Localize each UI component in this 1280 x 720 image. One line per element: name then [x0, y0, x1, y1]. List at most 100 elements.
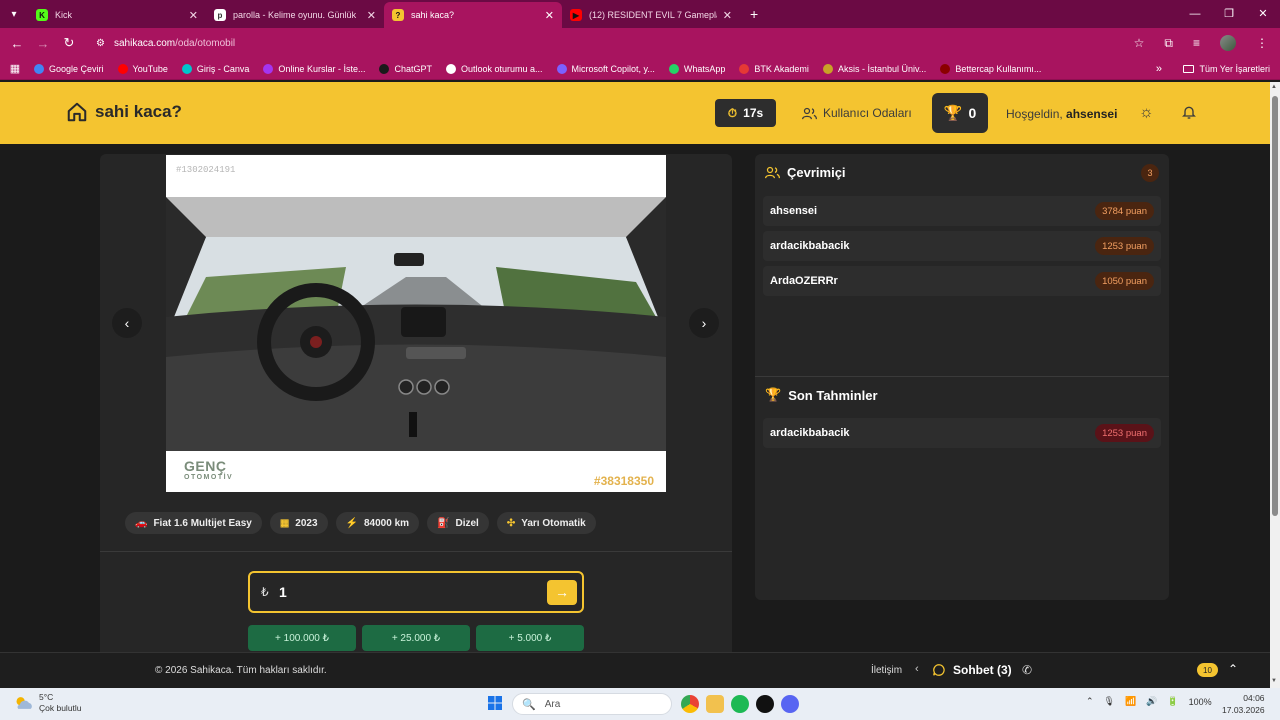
temperature: 5°C — [39, 692, 54, 702]
bookmark-star-icon[interactable]: ☆ — [1134, 36, 1145, 50]
bookmark-item[interactable]: Google Çeviri — [34, 63, 104, 74]
browser-tab[interactable]: ▶ (12) RESIDENT EVIL 7 Gameplay ✕ — [562, 2, 740, 28]
user-rooms-link[interactable]: Kullanıcı Odaları — [802, 106, 912, 120]
dealer-sub: OTOMOTİV — [184, 474, 234, 481]
taskbar-clock[interactable]: 04:06 17.03.2026 — [1222, 692, 1265, 716]
speaker-icon[interactable]: 🔊 — [1146, 696, 1157, 707]
site-logo[interactable]: sahi kaca? — [66, 101, 182, 123]
folder-icon — [1183, 64, 1195, 73]
bookmark-item[interactable]: Online Kurslar - İste... — [263, 63, 365, 74]
spec-tag: 🚗 Fiat 1.6 Multijet Easy — [125, 512, 262, 534]
microphone-icon[interactable]: 🎙 — [1104, 696, 1115, 707]
system-tray: ⌃ 🎙 📶 🔊 🔋 100% — [1086, 696, 1212, 707]
spotify-icon[interactable] — [731, 695, 749, 713]
bookmark-label: Microsoft Copilot, y... — [571, 63, 655, 74]
profile-avatar[interactable] — [1220, 35, 1236, 51]
bookmark-item[interactable]: Outlook oturumu a... — [445, 63, 543, 74]
discord-icon[interactable] — [781, 695, 799, 713]
scroll-up-icon[interactable]: ▲ — [1271, 84, 1277, 90]
close-tab-icon[interactable]: ✕ — [723, 9, 732, 22]
chat-button[interactable]: Sohbet (3) — [932, 663, 1012, 677]
minimize-button[interactable]: — — [1178, 0, 1212, 28]
back-button[interactable]: ← — [4, 36, 30, 51]
close-tab-icon[interactable]: ✕ — [545, 9, 554, 22]
users-icon — [765, 166, 780, 179]
scrollbar-thumb[interactable] — [1272, 96, 1278, 516]
submit-guess-button[interactable]: → — [547, 579, 577, 605]
windows-start-icon[interactable] — [488, 696, 502, 710]
extensions-icon[interactable]: ⧉ — [1164, 36, 1173, 51]
bookmark-item[interactable]: Microsoft Copilot, y... — [556, 63, 655, 74]
media-control-icon[interactable]: ≡ — [1193, 36, 1200, 50]
bookmark-label: Google Çeviri — [49, 63, 104, 74]
battery-icon[interactable]: 🔋 — [1167, 696, 1178, 707]
bookmark-item[interactable]: Bettercap Kullanımı... — [940, 63, 1041, 74]
close-tab-icon[interactable]: ✕ — [367, 9, 376, 22]
bookmark-favicon-icon — [117, 63, 128, 74]
prev-photo-button[interactable]: ‹ — [112, 308, 142, 338]
browser-tab[interactable]: ? sahi kaca? ✕ — [384, 2, 562, 28]
increment-button[interactable]: + 100.000 ₺ — [248, 625, 356, 651]
forward-button[interactable]: → — [30, 36, 56, 51]
sun-icon[interactable]: ☼ — [1139, 104, 1154, 122]
browser-tabbar: ▾ K Kick ✕ p parolla - Kelime oyunu. Günlük ✕… — [0, 0, 1280, 28]
lira-icon: ₺ — [261, 585, 269, 599]
page-scrollbar[interactable]: ▲ ▼ — [1270, 82, 1280, 688]
chevron-left-icon[interactable]: ‹ — [915, 663, 919, 675]
divider — [100, 551, 732, 552]
reload-button[interactable]: ↻ — [56, 35, 82, 51]
bookmark-item[interactable]: ChatGPT — [379, 63, 432, 74]
price-guess-input[interactable] — [279, 584, 547, 600]
new-tab-button[interactable]: + — [750, 6, 758, 22]
browser-tab[interactable]: p parolla - Kelime oyunu. Günlük ✕ — [206, 2, 384, 28]
bookmark-label: WhatsApp — [683, 63, 726, 74]
bookmark-item[interactable]: WhatsApp — [668, 63, 726, 74]
increment-buttons: + 100.000 ₺ + 25.000 ₺ + 5.000 ₺ — [248, 625, 584, 651]
score-badge[interactable]: 🏆 0 — [932, 93, 988, 133]
close-window-button[interactable]: ✕ — [1246, 0, 1280, 28]
scroll-down-icon[interactable]: ▼ — [1271, 678, 1277, 684]
bookmark-item[interactable]: Aksis - İstanbul Üniv... — [822, 63, 926, 74]
game-panel: #1302024191 GENÇ OTOMOTİV #38318350 ‹ › … — [100, 154, 732, 652]
bookmark-item[interactable]: YouTube — [117, 63, 168, 74]
bookmarks-overflow-icon[interactable]: » — [1156, 63, 1162, 75]
increment-button[interactable]: + 5.000 ₺ — [476, 625, 584, 651]
spec-tag: ⚡ 84000 km — [335, 512, 420, 534]
bookmark-label: Giriş - Canva — [196, 63, 250, 74]
stopwatch-icon: ⏱ — [727, 105, 738, 120]
photo-code: #38318350 — [593, 474, 654, 488]
bookmark-label: BTK Akademi — [754, 63, 809, 74]
taskbar-search[interactable]: 🔍 Ara — [512, 693, 672, 715]
bookmark-item[interactable]: Giriş - Canva — [181, 63, 250, 74]
wifi-icon[interactable]: 📶 — [1125, 696, 1136, 707]
contact-link[interactable]: İletişim — [871, 665, 902, 676]
arrow-right-icon: → — [555, 584, 569, 600]
weather-widget[interactable]: 5°C Çok bulutlu — [14, 692, 82, 714]
all-bookmarks-button[interactable]: Tüm Yer İşaretleri — [1183, 64, 1270, 74]
notification-count-badge: 10 — [1197, 663, 1218, 677]
file-explorer-icon[interactable] — [706, 695, 724, 713]
chevron-up-icon[interactable]: ⌃ — [1086, 696, 1094, 707]
next-photo-button[interactable]: › — [689, 308, 719, 338]
maximize-button[interactable]: ❐ — [1212, 0, 1246, 28]
increment-button[interactable]: + 25.000 ₺ — [362, 625, 470, 651]
bell-icon[interactable] — [1181, 104, 1197, 125]
browser-tab[interactable]: K Kick ✕ — [28, 2, 206, 28]
url-field[interactable]: ⚙ sahikaca.com/oda/otomobil — [96, 38, 235, 49]
bookmark-favicon-icon — [263, 63, 274, 74]
search-placeholder: Ara — [544, 698, 561, 710]
browser-menu-icon[interactable]: ⋮ — [1256, 36, 1268, 50]
tab-search-button[interactable]: ▾ — [0, 0, 28, 28]
user-name: ArdaOZERRr — [770, 275, 838, 287]
steam-icon[interactable] — [756, 695, 774, 713]
bookmark-item[interactable]: BTK Akademi — [739, 63, 809, 74]
spec-label: Yarı Otomatik — [521, 517, 586, 529]
site-info-icon[interactable]: ⚙ — [96, 38, 105, 49]
address-bar-row: ← → ↻ ⚙ sahikaca.com/oda/otomobil ☆ ⧉ ≡ … — [0, 28, 1280, 58]
trophy-icon: 🏆 — [943, 105, 963, 122]
phone-icon[interactable]: ✆ — [1022, 663, 1032, 677]
apps-grid-icon[interactable]: ▦ — [0, 62, 30, 75]
close-tab-icon[interactable]: ✕ — [189, 9, 198, 22]
chevron-up-icon[interactable]: ⌃ — [1228, 662, 1238, 676]
chrome-icon[interactable] — [681, 695, 699, 713]
